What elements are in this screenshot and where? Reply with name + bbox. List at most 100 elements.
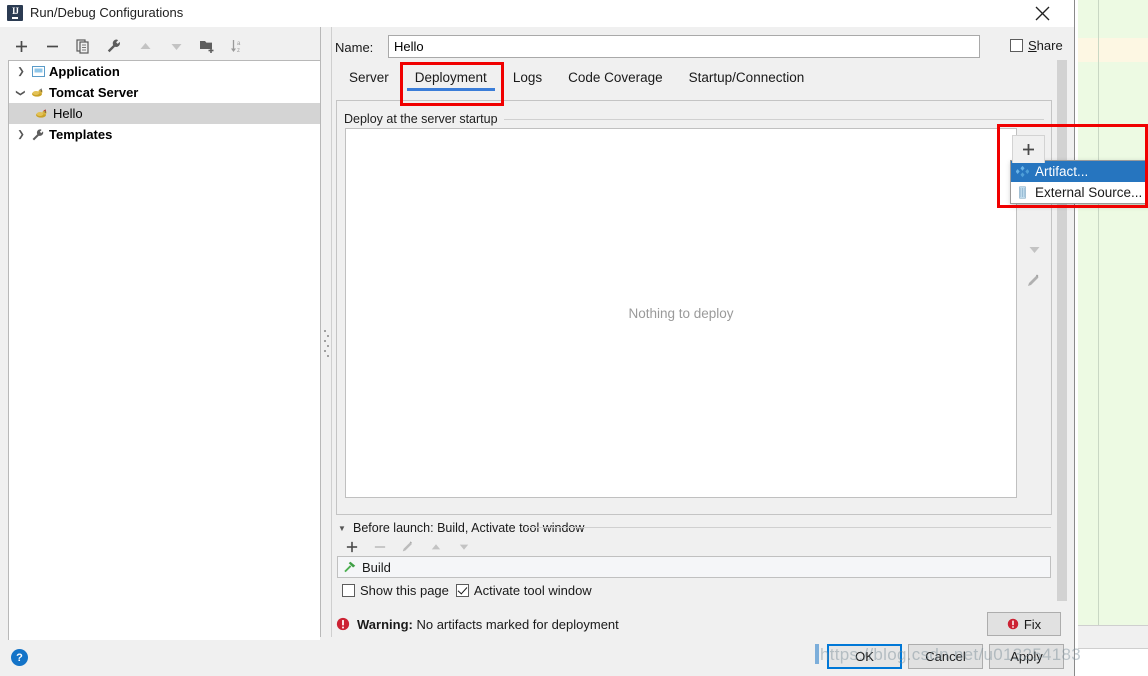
before-launch-title: Before launch: Build, Activate tool wind… (353, 521, 585, 535)
move-down-deployment-button[interactable] (1021, 236, 1047, 262)
menu-item-external-source[interactable]: External Source... (1011, 182, 1148, 203)
sort-az-icon[interactable]: a z (227, 35, 249, 57)
before-launch-task-list[interactable]: Build (337, 556, 1051, 578)
dialog-title: Run/Debug Configurations (30, 5, 184, 20)
configuration-tabs: Server Deployment Logs Code Coverage Sta… (336, 67, 1066, 95)
show-this-page-checkbox[interactable]: Show this page (342, 583, 449, 598)
add-deployment-button[interactable] (1012, 135, 1045, 163)
cancel-button[interactable]: Cancel (908, 644, 983, 669)
application-icon (29, 64, 47, 80)
fix-button-label: Fix (1023, 616, 1042, 632)
before-launch-header: ▼ Before launch: Build, Activate tool wi… (337, 521, 584, 535)
chevron-down-icon[interactable]: ▼ (337, 523, 347, 533)
apply-button[interactable]: Apply (989, 644, 1064, 669)
artifact-icon (1016, 165, 1029, 178)
menu-item-label: Artifact... (1035, 164, 1089, 179)
before-launch-toolbar (342, 537, 474, 557)
help-icon[interactable]: ? (11, 649, 28, 666)
move-up-button[interactable] (134, 35, 156, 57)
tomcat-icon (33, 106, 51, 122)
show-this-page-label: Show this page (360, 583, 449, 598)
deployment-empty-text: Nothing to deploy (628, 305, 734, 321)
ok-button[interactable]: OK (827, 644, 902, 669)
activate-tool-window-label: Activate tool window (473, 583, 592, 598)
share-mnemonic: S (1028, 38, 1037, 53)
warning-bar: Warning: No artifacts marked for deploym… (332, 608, 1074, 640)
tomcat-icon (29, 85, 47, 101)
background-editor-guide-line (1098, 0, 1099, 625)
show-this-page-checkbox-box[interactable] (342, 584, 355, 597)
edit-task-button[interactable] (398, 537, 418, 557)
share-checkbox-box[interactable] (1010, 39, 1023, 52)
before-launch-divider (527, 527, 1051, 528)
share-checkbox[interactable]: Share (1010, 38, 1063, 53)
close-icon[interactable] (1020, 0, 1064, 27)
tab-deployment[interactable]: Deployment (402, 67, 500, 91)
chevron-right-icon[interactable]: ❯ (13, 127, 29, 143)
copy-configuration-button[interactable] (72, 35, 94, 57)
add-task-button[interactable] (342, 537, 362, 557)
add-deployment-popup-menu: Artifact... External Source... (1010, 160, 1148, 204)
svg-text:a: a (237, 41, 241, 47)
chevron-right-icon[interactable]: ❯ (13, 64, 29, 80)
tab-server[interactable]: Server (336, 67, 402, 91)
deploy-legend-label: Deploy at the server startup (344, 112, 504, 126)
name-input[interactable] (388, 35, 980, 58)
edit-templates-button[interactable] (103, 35, 125, 57)
new-folder-icon[interactable] (196, 35, 218, 57)
fix-button[interactable]: Fix (987, 612, 1061, 636)
warning-prefix: Warning: (357, 616, 413, 632)
name-label: Name: (335, 40, 374, 55)
remove-task-button[interactable] (370, 537, 390, 557)
tree-item-templates[interactable]: ❯ Templates (9, 124, 320, 145)
warning-icon (1007, 618, 1019, 630)
menu-item-artifact[interactable]: Artifact... (1011, 161, 1148, 182)
tab-code-coverage[interactable]: Code Coverage (555, 67, 676, 91)
tree-item-label: Application (49, 64, 120, 79)
before-launch-task-label: Build (362, 559, 391, 575)
edit-deployment-button[interactable] (1021, 268, 1047, 294)
move-down-button[interactable] (165, 35, 187, 57)
share-label-rest: hare (1036, 38, 1063, 53)
configurations-panel: a z ❯ Application ❯ Tomcat Server Hello … (0, 27, 320, 662)
tree-item-hello[interactable]: Hello (9, 103, 320, 124)
external-source-icon (1016, 186, 1029, 199)
watermark-bar (815, 644, 819, 664)
intellij-idea-icon: IJ (7, 5, 23, 21)
name-row: Name: Share (332, 35, 1074, 61)
splitter-grip (324, 327, 329, 363)
deploy-legend-divider (492, 119, 1044, 120)
activate-tool-window-checkbox-box[interactable] (455, 584, 469, 597)
task-move-up-button[interactable] (426, 537, 446, 557)
warning-text: Warning: No artifacts marked for deploym… (357, 617, 619, 632)
background-statusbar-lower (1078, 648, 1148, 676)
warning-message: No artifacts marked for deployment (416, 616, 619, 632)
panel-splitter[interactable] (320, 27, 332, 637)
dialog-titlebar: IJ Run/Debug Configurations (0, 0, 1074, 27)
configurations-tree[interactable]: ❯ Application ❯ Tomcat Server Hello ❯ Te… (8, 60, 320, 662)
before-launch-options: Show this page Activate tool window (342, 583, 592, 598)
tab-startup-connection[interactable]: Startup/Connection (676, 67, 818, 91)
warning-icon (335, 616, 351, 632)
run-debug-configurations-dialog: IJ Run/Debug Configurations a z ❯ Applic… (0, 0, 1075, 676)
hammer-icon (343, 560, 357, 574)
screen: IJ Run/Debug Configurations a z ❯ Applic… (0, 0, 1148, 676)
configuration-editor: Name: Share Server Deployment Logs Code … (332, 27, 1074, 637)
task-move-down-button[interactable] (454, 537, 474, 557)
remove-configuration-button[interactable] (41, 35, 63, 57)
tab-logs[interactable]: Logs (500, 67, 555, 91)
menu-item-label: External Source... (1035, 185, 1143, 200)
activate-tool-window-checkbox[interactable]: Activate tool window (455, 583, 592, 598)
tree-item-label: Tomcat Server (49, 85, 139, 100)
share-label: Share (1028, 38, 1063, 53)
configurations-toolbar: a z (0, 33, 320, 59)
tree-item-tomcat-server[interactable]: ❯ Tomcat Server (9, 82, 320, 103)
svg-text:z: z (237, 48, 240, 54)
add-configuration-button[interactable] (10, 35, 32, 57)
deployment-list[interactable]: Nothing to deploy (345, 128, 1017, 498)
tree-item-application[interactable]: ❯ Application (9, 61, 320, 82)
tree-item-label: Templates (49, 127, 113, 142)
chevron-down-icon[interactable]: ❯ (13, 85, 29, 101)
editor-scrollbar-thumb[interactable] (1057, 60, 1067, 601)
background-editor (1078, 0, 1148, 676)
